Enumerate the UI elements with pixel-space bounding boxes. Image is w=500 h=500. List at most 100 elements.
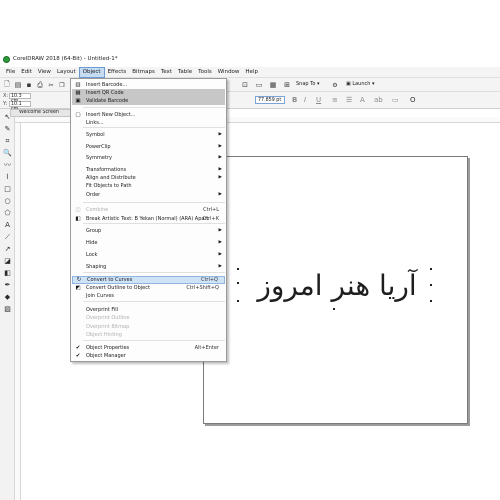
full-screen-icon[interactable]: ▭ (254, 80, 264, 90)
menu-separator (83, 202, 225, 203)
edit-text-icon[interactable]: ab (374, 96, 383, 104)
launch-button[interactable]: ▣ Launch ▾ (346, 81, 375, 87)
menu-item-object-hinting[interactable]: Object Hinting (72, 331, 225, 339)
artistic-media-icon[interactable]: ⌇ (2, 173, 13, 182)
new-document-icon[interactable]: 🗋 (2, 80, 12, 90)
menu-item-label: Lock (86, 252, 98, 258)
interactive-fill-icon[interactable]: ◆ (2, 293, 13, 302)
copy-icon[interactable]: ❐ (57, 80, 67, 90)
barcode-icon: ▥ (75, 82, 81, 88)
connector-tool-icon[interactable]: ↗ (2, 245, 13, 254)
selection-handle[interactable] (237, 268, 239, 270)
menu-item-overprint-fill[interactable]: Overprint Fill (72, 306, 225, 314)
menu-item-convert-outline-to-object[interactable]: ◩ Convert Outline to Object Ctrl+Shift+Q (72, 284, 225, 292)
menu-bitmaps[interactable]: Bitmaps (129, 67, 158, 78)
guidelines-icon[interactable]: ⊞ (282, 80, 292, 90)
text-properties-icon[interactable]: A (360, 96, 365, 104)
crop-tool-icon[interactable]: ⌗ (2, 137, 13, 146)
drop-shadow-icon[interactable]: ◪ (2, 257, 13, 266)
menu-item-convert-to-curves[interactable]: ↻ Convert to Curves Ctrl+Q (72, 276, 225, 284)
menu-effects[interactable]: Effects (105, 67, 130, 78)
submenu-arrow-icon: ▶ (218, 132, 222, 137)
menu-item-hide[interactable]: Hide ▶ (72, 239, 225, 247)
italic-button[interactable]: I (304, 96, 306, 104)
menu-item-powerclip[interactable]: PowerClip ▶ (72, 143, 225, 151)
submenu-arrow-icon: ▶ (218, 192, 222, 197)
menu-edit[interactable]: Edit (18, 67, 35, 78)
menu-object[interactable]: Object (78, 66, 105, 78)
eyedropper-icon[interactable]: ✒ (2, 281, 13, 290)
artistic-text-object[interactable]: آریا هنر امروز (237, 266, 437, 306)
menu-item-transformations[interactable]: Transformations ▶ (72, 166, 225, 174)
selection-handle[interactable] (237, 300, 239, 302)
cut-icon[interactable]: ✂ (46, 80, 56, 90)
menu-item-label: Overprint Fill (86, 307, 119, 313)
menu-item-insert-barcode[interactable]: ▥ Insert Barcode... (72, 81, 225, 89)
submenu-arrow-icon: ▶ (218, 144, 222, 149)
menu-item-break-artistic-text-b-yekan-normal-ara-apart[interactable]: ◧ Break Artistic Text: B Yekan (Normal) (… (72, 215, 225, 223)
menu-item-insert-qr-code[interactable]: ▦ Insert QR Code (72, 89, 225, 97)
menu-item-label: Symmetry (86, 155, 112, 161)
selection-handle[interactable] (430, 284, 432, 286)
menu-item-join-curves[interactable]: Join Curves (72, 292, 225, 300)
underline-button[interactable]: U (316, 96, 321, 104)
zoom-tool-icon[interactable]: 🔍 (2, 149, 13, 158)
menu-table[interactable]: Table (175, 67, 195, 78)
interactive-oldstyle-icon[interactable]: O (410, 96, 416, 104)
submenu-arrow-icon: ▶ (218, 252, 222, 257)
menu-file[interactable]: File (3, 67, 18, 78)
text-tool-icon[interactable]: A (2, 221, 13, 230)
x-position-field[interactable]: 10.3 cm (9, 93, 31, 104)
polygon-tool-icon[interactable]: ⬠ (2, 209, 13, 218)
menu-item-shaping[interactable]: Shaping ▶ (72, 263, 225, 271)
menu-item-group[interactable]: Group ▶ (72, 227, 225, 235)
menu-item-symbol[interactable]: Symbol ▶ (72, 131, 225, 139)
shape-tool-icon[interactable]: ✎ (2, 125, 13, 134)
submenu-arrow-icon: ▶ (218, 240, 222, 245)
snap-to-button[interactable]: Snap To ▾ (296, 81, 320, 87)
menu-view[interactable]: View (35, 67, 54, 78)
menu-help[interactable]: Help (242, 67, 261, 78)
text-frame-icon[interactable]: ▭ (392, 96, 399, 104)
menu-tools[interactable]: Tools (195, 67, 215, 78)
rectangle-tool-icon[interactable]: □ (2, 185, 13, 194)
freehand-tool-icon[interactable]: 〰 (2, 161, 13, 170)
print-icon[interactable]: ⎙ (35, 80, 45, 90)
menu-item-fit-objects-to-path[interactable]: Fit Objects to Path (72, 182, 225, 190)
menu-item-object-properties[interactable]: ✔ Object Properties Alt+Enter (72, 344, 225, 352)
selection-handle[interactable] (430, 268, 432, 270)
menu-item-label: Convert to Curves (87, 277, 133, 283)
parallel-dimension-icon[interactable]: ⟋ (2, 233, 13, 242)
menu-item-links[interactable]: Links... (72, 119, 225, 127)
bullet-list-icon[interactable]: ☰ (346, 96, 352, 104)
save-icon[interactable]: ▪ (24, 80, 34, 90)
zoom-level-icon[interactable]: ⊡ (240, 80, 250, 90)
menu-item-overprint-outline[interactable]: Overprint Outline (72, 314, 225, 322)
menu-item-combine[interactable]: ◫ Combine Ctrl+L (72, 206, 225, 214)
align-left-icon[interactable]: ≡ (332, 96, 338, 104)
y-position-field[interactable]: 10.1 cm (9, 101, 31, 112)
menu-item-symmetry[interactable]: Symmetry ▶ (72, 154, 225, 162)
menu-text[interactable]: Text (158, 67, 175, 78)
smart-fill-icon[interactable]: ▨ (2, 305, 13, 314)
selection-handle[interactable] (430, 300, 432, 302)
options-gear-icon[interactable]: ⚙ (330, 80, 340, 90)
menu-window[interactable]: Window (215, 67, 243, 78)
menu-item-label: Join Curves (86, 293, 115, 299)
grid-icon[interactable]: ▦ (268, 80, 278, 90)
ellipse-tool-icon[interactable]: ○ (2, 197, 13, 206)
selection-handle[interactable] (237, 282, 239, 284)
menu-item-order[interactable]: Order ▶ (72, 191, 225, 199)
menu-item-validate-barcode[interactable]: ▣ Validate Barcode (72, 97, 225, 105)
transparency-icon[interactable]: ◧ (2, 269, 13, 278)
bold-button[interactable]: B (292, 96, 297, 104)
selection-handle[interactable] (333, 308, 335, 310)
menu-item-lock[interactable]: Lock ▶ (72, 251, 225, 259)
menu-item-align-and-distribute[interactable]: Align and Distribute ▶ (72, 174, 225, 182)
menu-item-overprint-bitmap[interactable]: Overprint Bitmap (72, 323, 225, 331)
font-size-field[interactable]: 77.859 pt (255, 96, 285, 104)
menu-layout[interactable]: Layout (54, 67, 79, 78)
menu-item-object-manager[interactable]: ✔ Object Manager (72, 352, 225, 360)
menu-item-insert-new-object[interactable]: ▢ Insert New Object... (72, 111, 225, 119)
open-icon[interactable]: ▤ (13, 80, 23, 90)
